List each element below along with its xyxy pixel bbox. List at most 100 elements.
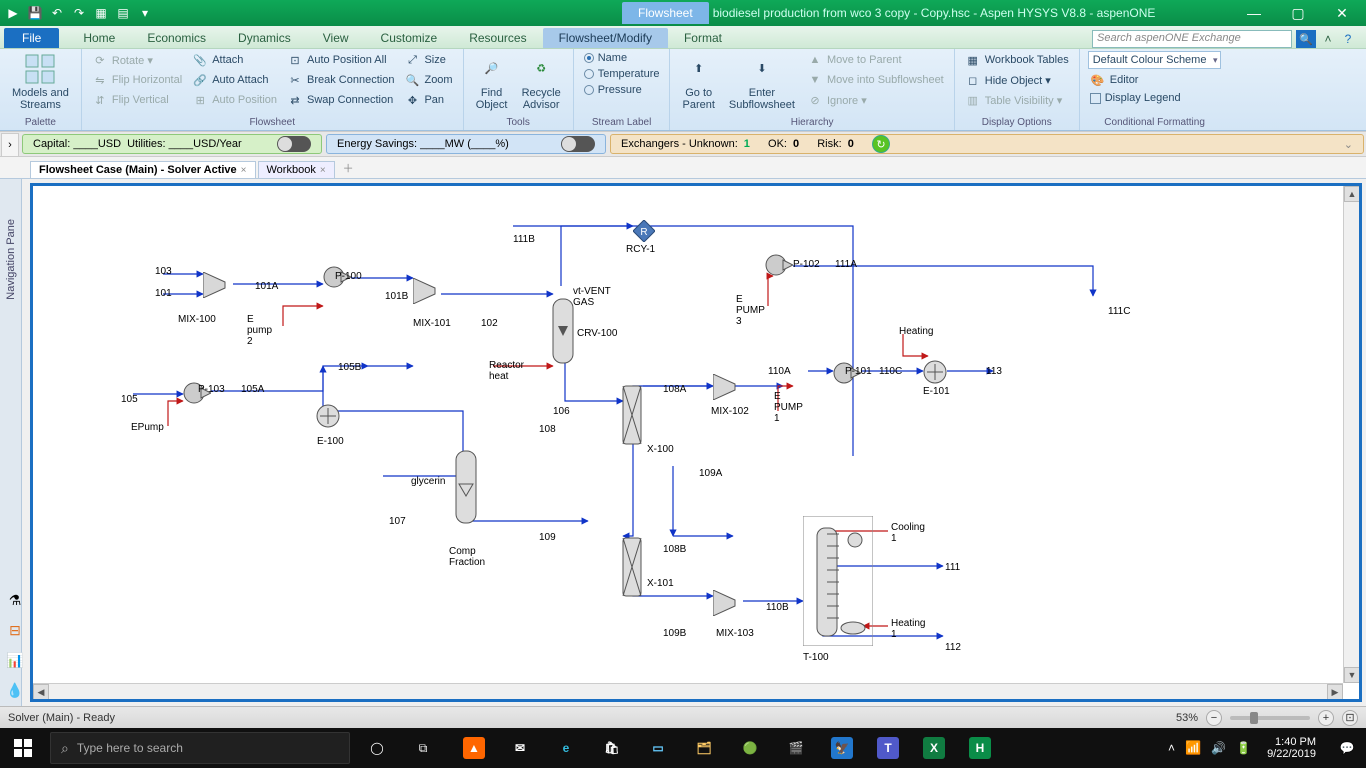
app-excel-icon[interactable]: X (912, 728, 956, 768)
search-go-button[interactable]: 🔍 (1296, 30, 1316, 48)
taskbar-clock[interactable]: 1:40 PM 9/22/2019 (1261, 736, 1322, 760)
energy-summary[interactable]: Energy Savings: ____MW (____%) (326, 134, 606, 154)
economics-summary[interactable]: Capital: ____USD Utilities: ____USD/Year (22, 134, 322, 154)
scroll-up-icon[interactable]: ▲ (1344, 186, 1360, 202)
chart-icon[interactable]: 📊 (4, 650, 26, 670)
exchangers-summary[interactable]: Exchangers - Unknown: 1 OK: 0 Risk: 0 ↻ … (610, 134, 1364, 154)
unit-comp-splitter[interactable] (453, 448, 479, 526)
pan-button[interactable]: ✥Pan (402, 91, 454, 109)
task-view-icon[interactable]: ⧉ (400, 728, 446, 768)
zoom-out-button[interactable]: − (1206, 710, 1222, 726)
energy-toggle[interactable] (561, 136, 595, 152)
close-tab-icon[interactable]: × (241, 165, 247, 176)
app-chrome-icon[interactable]: 🟢 (728, 728, 772, 768)
add-tab-button[interactable]: ＋ (337, 158, 360, 178)
swap-connection-button[interactable]: ⇄Swap Connection (285, 91, 396, 109)
unit-x-101[interactable] (621, 536, 643, 598)
app-explorer-icon[interactable]: 🗂 (682, 728, 726, 768)
table-visibility-button[interactable]: ▥Table Visibility ▾ (963, 91, 1071, 109)
unit-e-100[interactable] (316, 404, 340, 428)
auto-position-button[interactable]: ⊞Auto Position (190, 91, 279, 109)
tab-flowsheet-modify[interactable]: Flowsheet/Modify (543, 28, 668, 48)
unit-mix-102[interactable] (713, 374, 743, 400)
tab-home[interactable]: Home (67, 28, 131, 48)
size-button[interactable]: ⤢Size (402, 51, 454, 69)
flowsheet-canvas[interactable]: R 103 101 101A MIX-100 P-100 101B MIX-10… (33, 186, 1343, 683)
goto-parent-button[interactable]: ⬆ Go to Parent (678, 51, 718, 113)
qat-more-icon[interactable]: ▾ (136, 4, 154, 22)
attach-button[interactable]: 📎Attach (190, 51, 279, 69)
find-object-button[interactable]: 🔎 Find Object (472, 51, 512, 113)
enter-sub-button[interactable]: ⬇ Enter Subflowsheet (725, 51, 799, 113)
scroll-left-icon[interactable]: ◀ (33, 684, 49, 700)
app-vlc-icon[interactable]: ▲ (452, 728, 496, 768)
colour-scheme-combo[interactable]: Default Colour Scheme (1088, 51, 1222, 69)
move-to-parent-button[interactable]: ▲Move to Parent (805, 51, 946, 69)
start-button[interactable] (0, 728, 46, 768)
zoom-button[interactable]: 🔍Zoom (402, 71, 454, 89)
app-hysys-icon[interactable]: H (958, 728, 1002, 768)
ignore-button[interactable]: ⊘Ignore ▾ (805, 91, 946, 109)
tab-economics[interactable]: Economics (131, 28, 222, 48)
action-center-icon[interactable]: 💬 (1332, 728, 1362, 768)
tab-format[interactable]: Format (668, 28, 738, 48)
search-input[interactable]: Search aspenONE Exchange (1092, 30, 1292, 48)
unit-t-100[interactable] (803, 516, 873, 646)
app-store-icon[interactable]: 🛍 (590, 728, 634, 768)
scroll-right-icon[interactable]: ▶ (1327, 684, 1343, 700)
unit-mix-100[interactable] (203, 272, 233, 298)
summary-expand-button[interactable]: › (1, 133, 19, 157)
flow-icon[interactable]: ⊟ (4, 620, 26, 640)
ribbon-min-icon[interactable]: ˄ (1320, 31, 1336, 47)
app-eagle-icon[interactable]: 🦅 (820, 728, 864, 768)
unit-rcy-1[interactable]: R (633, 220, 655, 242)
flip-h-button[interactable]: ⇋Flip Horizontal (90, 71, 184, 89)
app-movies-icon[interactable]: 🎬 (774, 728, 818, 768)
unit-mix-103[interactable] (713, 590, 743, 616)
unit-x-100[interactable] (621, 384, 643, 446)
flip-v-button[interactable]: ⇵Flip Vertical (90, 91, 184, 109)
summary-collapse-icon[interactable]: ⌄ (1344, 138, 1353, 151)
help-icon[interactable]: ? (1340, 31, 1356, 47)
close-button[interactable]: ✕ (1322, 1, 1362, 25)
minimize-button[interactable]: — (1234, 1, 1274, 25)
drop-icon[interactable]: 💧 (4, 680, 26, 700)
exch-status-icon[interactable]: ↻ (872, 135, 890, 153)
scroll-down-icon[interactable]: ▼ (1344, 667, 1360, 683)
maximize-button[interactable]: ▢ (1278, 1, 1318, 25)
workbook-tables-button[interactable]: ▦Workbook Tables (963, 51, 1071, 69)
vertical-scrollbar[interactable]: ▲ ▼ (1343, 186, 1359, 683)
doc-tab-workbook[interactable]: Workbook × (258, 161, 335, 178)
recycle-advisor-button[interactable]: ♻ Recycle Advisor (518, 51, 565, 113)
rotate-button[interactable]: ⟳Rotate ▾ (90, 51, 184, 69)
app-teams-icon[interactable]: T (866, 728, 910, 768)
hide-object-button[interactable]: ◻Hide Object ▾ (963, 71, 1071, 89)
qat-tile-icon[interactable]: ▦ (92, 4, 110, 22)
qat-page-icon[interactable]: ▤ (114, 4, 132, 22)
cortana-icon[interactable]: ◯ (354, 728, 400, 768)
unit-mix-101[interactable] (413, 278, 443, 304)
display-legend-button[interactable]: Display Legend (1088, 91, 1222, 105)
zoom-fit-button[interactable]: ⊡ (1342, 710, 1358, 726)
economics-toggle[interactable] (277, 136, 311, 152)
tab-customize[interactable]: Customize (365, 28, 454, 48)
tab-dynamics[interactable]: Dynamics (222, 28, 307, 48)
horizontal-scrollbar[interactable]: ◀ ▶ (33, 683, 1343, 699)
close-tab-icon[interactable]: × (320, 165, 326, 176)
tray-network-icon[interactable]: 📶 (1185, 740, 1201, 756)
tray-volume-icon[interactable]: 🔊 (1211, 741, 1226, 755)
radio-name[interactable]: Name (582, 51, 662, 65)
qat-redo-icon[interactable]: ↷ (70, 4, 88, 22)
models-streams-button[interactable]: Models and Streams (8, 51, 73, 113)
zoom-slider[interactable] (1230, 716, 1310, 720)
app-icon[interactable]: ▶ (4, 4, 22, 22)
flask-icon[interactable]: ⚗ (4, 590, 26, 610)
tray-battery-icon[interactable]: 🔋 (1236, 741, 1251, 755)
move-into-sub-button[interactable]: ▼Move into Subflowsheet (805, 71, 946, 89)
app-mail-icon[interactable]: ✉ (498, 728, 542, 768)
file-tab[interactable]: File (4, 28, 59, 48)
doc-tab-flowsheet[interactable]: Flowsheet Case (Main) - Solver Active × (30, 161, 256, 178)
auto-attach-button[interactable]: 🔗Auto Attach (190, 71, 279, 89)
auto-position-all-button[interactable]: ⊡Auto Position All (285, 51, 396, 69)
app-edge-icon[interactable]: e (544, 728, 588, 768)
